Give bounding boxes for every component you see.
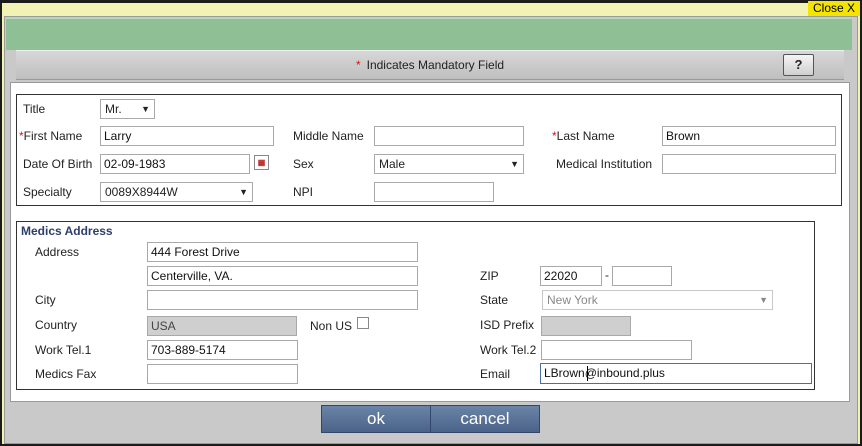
sex-select-value: Male <box>379 157 406 171</box>
address-label: Address <box>35 245 80 259</box>
specialty-select-value: 0089X8944W <box>105 185 178 199</box>
medics-fax-input[interactable] <box>147 364 298 384</box>
dob-input[interactable]: 02-09-1983 <box>100 154 250 174</box>
dropdown-arrow-icon: ▼ <box>239 187 248 197</box>
state-select-value: New York <box>547 293 598 307</box>
medics-fax-label: Medics Fax <box>35 367 97 381</box>
work-tel1-input[interactable]: 703-889-5174 <box>147 340 298 360</box>
state-select[interactable]: New York ▼ <box>542 290 773 310</box>
non-us-checkbox[interactable] <box>357 317 369 329</box>
close-button[interactable]: Close X <box>808 1 860 16</box>
email-label: Email <box>480 367 511 381</box>
address-line1-input[interactable]: 444 Forest Drive <box>147 242 418 262</box>
country-label: Country <box>35 318 78 332</box>
title-label: Title <box>23 102 46 116</box>
zip-input[interactable]: 22020 <box>540 266 602 286</box>
npi-input[interactable] <box>374 182 494 202</box>
work-tel2-input[interactable] <box>541 340 692 360</box>
dob-label: Date Of Birth <box>23 157 93 171</box>
first-name-label: *First Name <box>19 129 82 143</box>
non-us-label: Non US <box>310 319 353 333</box>
help-button[interactable]: ? <box>783 54 814 76</box>
dropdown-arrow-icon: ▼ <box>759 295 768 305</box>
first-name-label-text: First Name <box>23 129 83 143</box>
city-input[interactable] <box>147 290 418 310</box>
city-label: City <box>35 293 56 307</box>
zip-ext-input[interactable] <box>612 266 672 286</box>
required-star-icon: * <box>355 58 361 72</box>
middle-name-label: Middle Name <box>293 129 364 143</box>
title-select[interactable]: Mr. ▼ <box>100 99 155 119</box>
calendar-icon[interactable]: ▦ <box>254 155 269 170</box>
dropdown-arrow-icon: ▼ <box>141 104 150 114</box>
work-tel2-label: Work Tel.2 <box>480 343 537 357</box>
title-select-value: Mr. <box>105 102 122 116</box>
isd-prefix-label: ISD Prefix <box>480 318 535 332</box>
mandatory-note-text: Indicates Mandatory Field <box>366 58 505 72</box>
last-name-input[interactable]: Brown <box>662 126 836 146</box>
middle-name-input[interactable] <box>374 126 524 146</box>
last-name-label-text: Last Name <box>556 129 615 143</box>
address-line2-input[interactable]: Centerville, VA. <box>147 266 418 286</box>
sex-label: Sex <box>293 157 314 171</box>
mandatory-note: * Indicates Mandatory Field <box>16 50 844 80</box>
zip-label: ZIP <box>480 269 499 283</box>
cancel-button[interactable]: cancel <box>430 405 540 433</box>
sex-select[interactable]: Male ▼ <box>374 154 524 174</box>
work-tel1-label: Work Tel.1 <box>35 343 92 357</box>
section-title: Medics Address <box>21 224 113 238</box>
state-label: State <box>480 293 509 307</box>
dialog-header-band <box>6 18 852 50</box>
zip-separator: - <box>605 268 609 282</box>
isd-prefix-input <box>541 316 631 336</box>
country-input: USA <box>147 316 297 336</box>
first-name-input[interactable]: Larry <box>100 126 274 146</box>
ok-button[interactable]: ok <box>321 405 431 433</box>
text-caret <box>587 366 588 381</box>
dropdown-arrow-icon: ▼ <box>510 159 519 169</box>
specialty-select[interactable]: 0089X8944W ▼ <box>100 182 253 202</box>
institution-input[interactable] <box>662 154 836 174</box>
specialty-label: Specialty <box>23 185 72 199</box>
npi-label: NPI <box>293 185 314 199</box>
email-input[interactable]: LBrown@inbound.plus <box>540 363 812 384</box>
last-name-label: *Last Name <box>552 129 615 143</box>
institution-label: Medical Institution <box>556 157 653 171</box>
